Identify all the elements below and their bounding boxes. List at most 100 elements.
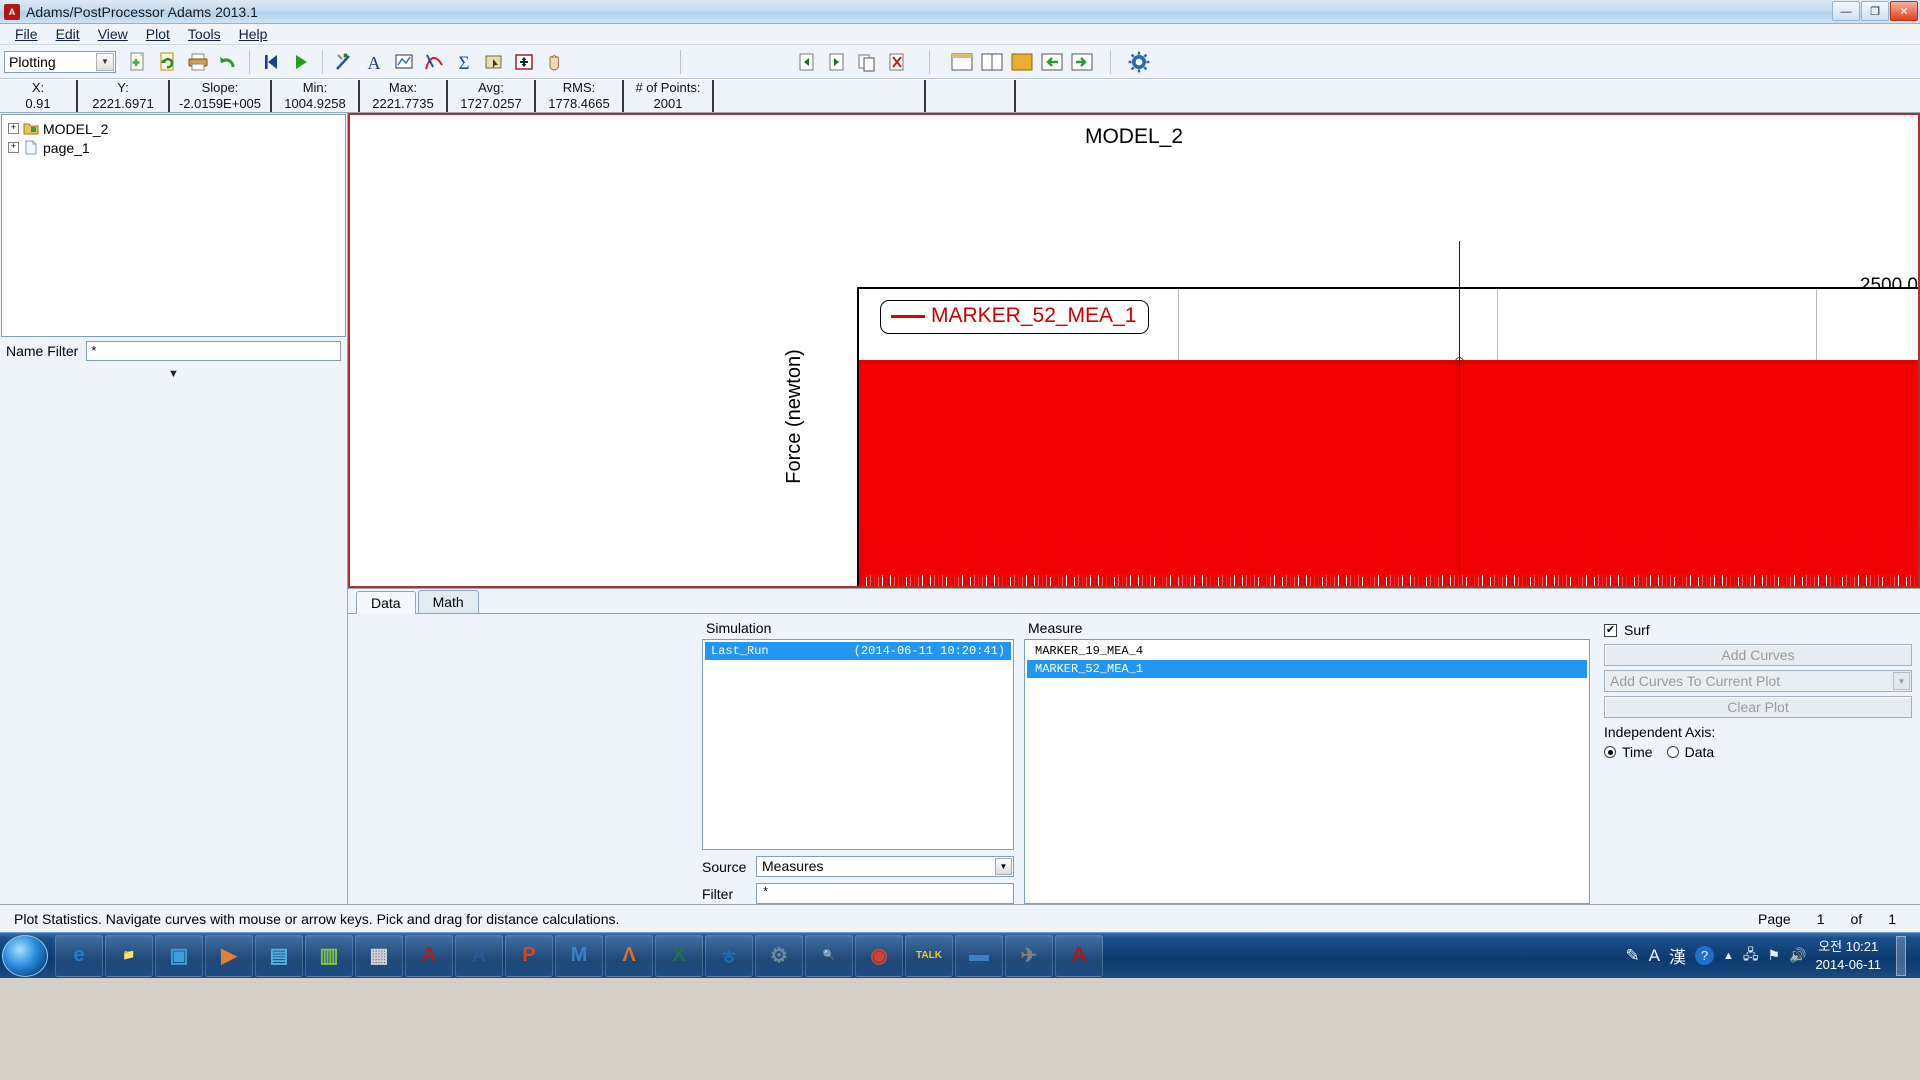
measure-list[interactable]: MARKER_19_MEA_4 MARKER_52_MEA_1 bbox=[1024, 639, 1590, 904]
taskbar-search-icon[interactable]: 🔍 bbox=[805, 934, 853, 977]
taskbar-ie-icon[interactable]: e bbox=[55, 934, 103, 977]
copy-page-icon[interactable] bbox=[853, 48, 881, 76]
taskbar-word-icon[interactable]: A bbox=[455, 934, 503, 977]
menu-plot[interactable]: Plot bbox=[137, 25, 179, 43]
taskbar-window-icon[interactable]: ▣ bbox=[155, 934, 203, 977]
tab-math[interactable]: Math bbox=[417, 590, 479, 613]
chevron-down-icon[interactable]: ▼ bbox=[1893, 672, 1910, 690]
name-filter-expand-row[interactable]: ▼ bbox=[0, 364, 347, 384]
taskbar-gear-icon[interactable]: ⚙ bbox=[755, 934, 803, 977]
sigma-icon[interactable]: Σ bbox=[450, 48, 478, 76]
radio-data[interactable] bbox=[1666, 746, 1679, 758]
plot-icon[interactable] bbox=[390, 48, 418, 76]
curve-icon[interactable] bbox=[420, 48, 448, 76]
taskbar-word-icon-glyph: A bbox=[471, 944, 487, 966]
next-page-icon[interactable] bbox=[823, 48, 851, 76]
layout-full-icon[interactable] bbox=[1008, 48, 1036, 76]
radio-time[interactable] bbox=[1604, 746, 1616, 758]
close-button[interactable]: ✕ bbox=[1890, 1, 1918, 21]
expand-icon[interactable]: + bbox=[8, 142, 19, 153]
delete-page-icon[interactable] bbox=[883, 48, 911, 76]
clock[interactable]: 오전 10:21 2014-06-11 bbox=[1815, 938, 1881, 973]
undo-icon[interactable] bbox=[214, 48, 242, 76]
select-icon[interactable] bbox=[480, 48, 508, 76]
surf-checkbox-row[interactable]: ✔ Surf bbox=[1604, 622, 1912, 638]
ime-pen-icon[interactable]: ✎ bbox=[1625, 946, 1639, 966]
mode-select[interactable]: Plotting ▼ bbox=[4, 50, 116, 73]
list-item[interactable]: MARKER_19_MEA_4 bbox=[1027, 642, 1587, 660]
menu-file[interactable]: File bbox=[6, 25, 47, 43]
first-frame-icon[interactable] bbox=[257, 48, 285, 76]
save-icon[interactable] bbox=[1068, 48, 1096, 76]
network-icon[interactable]: 🖧 bbox=[1743, 944, 1759, 968]
stat-blank-2 bbox=[926, 80, 1016, 112]
minimize-button[interactable]: — bbox=[1832, 1, 1860, 21]
taskbar-access-icon[interactable]: A bbox=[405, 934, 453, 977]
print-icon[interactable] bbox=[184, 48, 212, 76]
ime-lang-a[interactable]: A bbox=[1649, 946, 1660, 966]
chevron-down-icon[interactable]: ▼ bbox=[96, 52, 114, 71]
menu-edit[interactable]: Edit bbox=[47, 25, 89, 43]
source-select[interactable]: Measures ▼ bbox=[756, 856, 1014, 877]
flag-icon[interactable]: ⚑ bbox=[1767, 947, 1780, 964]
list-item[interactable]: Last_Run (2014-06-11 10:20:41) bbox=[705, 642, 1011, 660]
taskbar-msn-icon[interactable]: M bbox=[555, 934, 603, 977]
taskbar-adams-icon[interactable]: ✈ bbox=[1005, 934, 1053, 977]
ime-lang-han[interactable]: 漢 bbox=[1669, 943, 1686, 968]
plot-legend[interactable]: MARKER_52_MEA_1 bbox=[880, 300, 1150, 334]
taskbar-media-icon[interactable]: ▶ bbox=[205, 934, 253, 977]
taskbar-items: e 📁 ▣ ▶ ▤ ▥ ▦ A A P M Λ X ㅎ ⚙ 🔍 ◉ TALK ▬ ✈ A bbox=[54, 934, 1104, 977]
taskbar-talk-icon[interactable]: TALK bbox=[905, 934, 953, 977]
taskbar-lambda-icon[interactable]: Λ bbox=[605, 934, 653, 977]
layout-two-icon[interactable] bbox=[978, 48, 1006, 76]
plot-canvas[interactable]: MODEL_2 2500.0 2000.0 1500.0 1000.0 Forc… bbox=[348, 113, 1920, 588]
add-curves-to-current-plot-select[interactable]: Add Curves To Current Plot ▼ bbox=[1604, 670, 1912, 692]
taskbar-adams-active-icon[interactable]: A bbox=[1055, 934, 1103, 977]
model-tree[interactable]: + MODEL_2 + page_1 bbox=[1, 114, 346, 337]
tab-data[interactable]: Data bbox=[356, 591, 416, 614]
play-icon[interactable] bbox=[287, 48, 315, 76]
taskbar-chrome-icon[interactable]: ◉ bbox=[855, 934, 903, 977]
taskbar-photo-icon[interactable]: ▦ bbox=[355, 934, 403, 977]
taskbar-hancom-icon[interactable]: ㅎ bbox=[705, 934, 753, 977]
settings-icon[interactable] bbox=[1125, 48, 1153, 76]
expand-icon[interactable]: + bbox=[8, 123, 19, 134]
taskbar-excel-icon[interactable]: X bbox=[655, 934, 703, 977]
add-curves-button[interactable]: Add Curves bbox=[1604, 644, 1912, 666]
name-filter-input[interactable]: * bbox=[86, 341, 341, 361]
clear-plot-button[interactable]: Clear Plot bbox=[1604, 696, 1912, 718]
taskbar-folder2-icon[interactable]: ▤ bbox=[255, 934, 303, 977]
refresh-icon[interactable] bbox=[154, 48, 182, 76]
tree-item-page[interactable]: + page_1 bbox=[4, 138, 343, 157]
chevron-down-icon[interactable]: ▼ bbox=[168, 368, 179, 380]
surf-checkbox[interactable]: ✔ bbox=[1604, 623, 1617, 637]
filter-input[interactable]: * bbox=[756, 883, 1014, 904]
new-page-icon[interactable] bbox=[124, 48, 152, 76]
simulation-list[interactable]: Last_Run (2014-06-11 10:20:41) bbox=[702, 639, 1014, 850]
fit-icon[interactable] bbox=[510, 48, 538, 76]
taskbar-explorer-icon[interactable]: 📁 bbox=[105, 934, 153, 977]
layout-one-icon[interactable] bbox=[948, 48, 976, 76]
maximize-button[interactable]: ❐ bbox=[1861, 1, 1889, 21]
show-hidden-icons-icon[interactable]: ▲ bbox=[1723, 950, 1734, 962]
dock-tabs: Data Math bbox=[348, 589, 1920, 614]
taskbar-note-icon[interactable]: ▥ bbox=[305, 934, 353, 977]
show-desktop-button[interactable] bbox=[1896, 935, 1906, 976]
chevron-down-icon[interactable]: ▼ bbox=[995, 858, 1012, 875]
menu-tools[interactable]: Tools bbox=[179, 25, 230, 43]
prev-page-icon[interactable] bbox=[793, 48, 821, 76]
tree-item-model[interactable]: + MODEL_2 bbox=[4, 119, 343, 138]
pan-icon[interactable] bbox=[540, 48, 568, 76]
taskbar-powerpoint-icon[interactable]: P bbox=[505, 934, 553, 977]
toolbar-separator bbox=[322, 49, 323, 74]
taskbar-blue-icon[interactable]: ▬ bbox=[955, 934, 1003, 977]
menu-view[interactable]: View bbox=[89, 25, 137, 43]
volume-icon[interactable]: 🔊 bbox=[1789, 947, 1806, 964]
clear-icon[interactable] bbox=[330, 48, 358, 76]
load-icon[interactable] bbox=[1038, 48, 1066, 76]
menu-help[interactable]: Help bbox=[230, 25, 277, 43]
text-icon[interactable]: A bbox=[360, 48, 388, 76]
list-item[interactable]: MARKER_52_MEA_1 bbox=[1027, 660, 1587, 678]
start-button[interactable] bbox=[2, 934, 48, 977]
help-icon[interactable]: ? bbox=[1694, 946, 1714, 965]
